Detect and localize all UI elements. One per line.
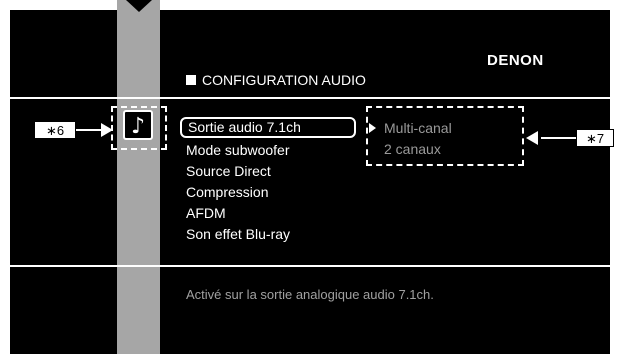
callout-label-right: ∗7 [576, 129, 614, 147]
menu-item-sortie-audio[interactable]: Sortie audio 7.1ch [180, 117, 356, 138]
menu-side-column [117, 0, 160, 354]
column-marker-arrow [126, 0, 152, 12]
menu-item-son-effet-bluray[interactable]: Son effet Blu-ray [180, 224, 360, 245]
menu-item-source-direct[interactable]: Source Direct [180, 161, 360, 182]
menu-item-compression[interactable]: Compression [180, 182, 360, 203]
option-multi-canal[interactable]: Multi-canal [384, 118, 524, 139]
brand-logo: DENON [487, 52, 544, 69]
footer-divider [10, 265, 610, 267]
chevron-right-icon [369, 123, 376, 133]
menu-item-label: Mode subwoofer [186, 142, 290, 158]
menu-item-label: Son effet Blu-ray [186, 226, 291, 242]
menu-item-afdm[interactable]: AFDM [180, 203, 360, 224]
arrow-right-icon [101, 123, 113, 137]
callout-label-left: ∗6 [34, 121, 76, 139]
callout-line-right [541, 137, 576, 139]
menu-item-label: AFDM [186, 205, 226, 221]
menu-item-mode-subwoofer[interactable]: Mode subwoofer [180, 140, 360, 161]
option-2-canaux[interactable]: 2 canaux [384, 139, 524, 160]
menu-item-label: Sortie audio 7.1ch [188, 119, 301, 135]
header-divider [10, 97, 610, 99]
help-description: Activé sur la sortie analogique audio 7.… [186, 287, 434, 302]
page-title-text: CONFIGURATION AUDIO [202, 72, 366, 88]
menu-item-label: Compression [186, 184, 269, 200]
music-note-icon: ♪ [123, 110, 153, 140]
option-list: Multi-canal 2 canaux [384, 118, 524, 160]
menu-item-label: Source Direct [186, 163, 271, 179]
page-title: CONFIGURATION AUDIO [186, 72, 366, 88]
audio-settings-menu: Sortie audio 7.1ch Mode subwoofer Source… [180, 117, 360, 245]
title-square-icon [186, 75, 196, 85]
arrow-left-icon [526, 131, 538, 145]
